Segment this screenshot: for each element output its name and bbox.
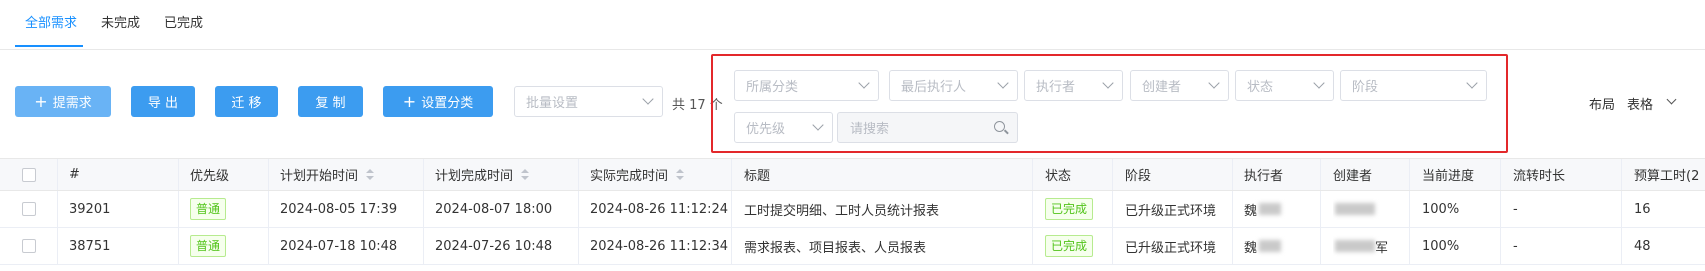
checkbox-box[interactable] bbox=[22, 167, 36, 182]
status-cell: 已完成 bbox=[1045, 228, 1110, 264]
header-executor: 执行者 bbox=[1244, 169, 1284, 184]
plan-end-cell: 2024-08-07 18:00 bbox=[435, 201, 553, 217]
redacted-text bbox=[1335, 240, 1375, 252]
table-header: # 优先级 计划开始时间 计划完成时间 实际完成时间 标题 状态 阶段 执行者 … bbox=[0, 158, 1705, 191]
header-creator: 创建者 bbox=[1333, 169, 1373, 184]
sort-icon[interactable] bbox=[676, 168, 685, 181]
requirements-page: 全部需求 未完成 已完成 + 提需求 导 出 迁 移 复 制 + 设置分类 批量… bbox=[0, 0, 1705, 271]
header-duration: 流转时长 bbox=[1513, 169, 1566, 184]
stage-cell: 已升级正式环境 bbox=[1125, 240, 1217, 256]
header-priority: 优先级 bbox=[190, 169, 230, 184]
copy-label: 复 制 bbox=[315, 96, 346, 111]
copy-button[interactable]: 复 制 bbox=[298, 86, 363, 117]
table-row[interactable]: 38751 普通 2024-07-18 10:48 2024-07-26 10:… bbox=[0, 228, 1705, 265]
header-id: # bbox=[69, 167, 80, 182]
executor-name: 魏 bbox=[1244, 203, 1258, 219]
priority-badge: 普通 bbox=[190, 235, 227, 257]
duration-cell: - bbox=[1513, 238, 1518, 254]
redacted-text bbox=[1335, 203, 1375, 215]
priority-cell: 普通 bbox=[190, 191, 270, 227]
row-id: 39201 bbox=[69, 201, 111, 217]
plan-start-cell: 2024-07-18 10:48 bbox=[280, 238, 398, 254]
export-button[interactable]: 导 出 bbox=[131, 86, 195, 117]
header-plan-end[interactable]: 计划完成时间 bbox=[435, 159, 575, 190]
checkbox-box[interactable] bbox=[22, 202, 36, 216]
title-link[interactable]: 需求报表、项目报表、人员报表 bbox=[744, 228, 1029, 264]
creator-cell: 军 bbox=[1333, 228, 1407, 264]
plus-icon: + bbox=[402, 91, 417, 111]
migrate-label: 迁 移 bbox=[231, 96, 262, 111]
export-label: 导 出 bbox=[147, 96, 179, 111]
chevron-down-icon bbox=[642, 93, 654, 105]
add-requirement-label: 提需求 bbox=[52, 96, 92, 111]
header-budget-hours: 预算工时(2 bbox=[1634, 169, 1700, 184]
actual-end-cell: 2024-08-26 11:12:34 bbox=[590, 238, 729, 254]
executor-name: 魏 bbox=[1244, 240, 1258, 256]
creator-cell bbox=[1333, 191, 1407, 227]
row-checkbox[interactable] bbox=[22, 228, 42, 264]
progress-cell: 100% bbox=[1422, 201, 1460, 217]
priority-cell: 普通 bbox=[190, 228, 270, 264]
stage-cell: 已升级正式环境 bbox=[1125, 203, 1217, 219]
header-plan-end-label: 计划完成时间 bbox=[435, 169, 514, 184]
header-plan-start-label: 计划开始时间 bbox=[280, 169, 359, 184]
header-stage: 阶段 bbox=[1125, 169, 1152, 184]
executor-cell: 魏 bbox=[1244, 191, 1318, 227]
tab-bar: 全部需求 未完成 已完成 bbox=[0, 0, 1705, 50]
redacted-text bbox=[1259, 203, 1282, 215]
header-plan-start[interactable]: 计划开始时间 bbox=[280, 159, 420, 190]
status-cell: 已完成 bbox=[1045, 191, 1110, 227]
tab-incomplete[interactable]: 未完成 bbox=[101, 12, 140, 31]
progress-cell: 100% bbox=[1422, 238, 1460, 254]
redacted-text bbox=[1259, 240, 1282, 252]
header-progress: 当前进度 bbox=[1422, 169, 1475, 184]
set-category-label: 设置分类 bbox=[421, 96, 474, 111]
status-badge: 已完成 bbox=[1045, 235, 1094, 257]
title-link[interactable]: 工时提交明细、工时人员统计报表 bbox=[744, 191, 1029, 227]
row-checkbox[interactable] bbox=[22, 191, 42, 227]
creator-name: 军 bbox=[1375, 240, 1389, 256]
header-actual-end-label: 实际完成时间 bbox=[590, 169, 669, 184]
table-row[interactable]: 39201 普通 2024-08-05 17:39 2024-08-07 18:… bbox=[0, 191, 1705, 228]
priority-badge: 普通 bbox=[190, 198, 227, 220]
plus-icon: + bbox=[34, 91, 48, 111]
chevron-down-icon[interactable] bbox=[1666, 94, 1677, 105]
header-actual-end[interactable]: 实际完成时间 bbox=[590, 159, 735, 190]
row-id: 38751 bbox=[69, 238, 111, 254]
sort-icon[interactable] bbox=[366, 168, 375, 181]
batch-settings-placeholder: 批量设置 bbox=[526, 96, 579, 111]
tab-completed[interactable]: 已完成 bbox=[164, 12, 203, 31]
migrate-button[interactable]: 迁 移 bbox=[215, 86, 278, 117]
plan-end-cell: 2024-07-26 10:48 bbox=[435, 238, 553, 254]
highlighted-filter-region bbox=[711, 54, 1508, 153]
duration-cell: - bbox=[1513, 201, 1518, 217]
set-category-button[interactable]: + 设置分类 bbox=[383, 86, 493, 117]
plan-start-cell: 2024-08-05 17:39 bbox=[280, 201, 398, 217]
active-tab-indicator bbox=[15, 45, 83, 47]
layout-label: 布局 bbox=[1589, 98, 1616, 113]
tab-all[interactable]: 全部需求 bbox=[25, 12, 77, 31]
select-all-checkbox[interactable] bbox=[22, 159, 42, 190]
status-badge: 已完成 bbox=[1045, 198, 1094, 220]
sort-icon[interactable] bbox=[521, 168, 530, 181]
executor-cell: 魏 bbox=[1244, 228, 1318, 264]
header-status: 状态 bbox=[1045, 169, 1072, 184]
actual-end-cell: 2024-08-26 11:12:24 bbox=[590, 201, 729, 217]
header-title: 标题 bbox=[744, 169, 771, 184]
add-requirement-button[interactable]: + 提需求 bbox=[15, 86, 111, 117]
batch-settings-select[interactable]: 批量设置 bbox=[514, 86, 663, 117]
budget-hours-cell: 48 bbox=[1634, 238, 1651, 254]
budget-hours-cell: 16 bbox=[1634, 201, 1651, 217]
checkbox-box[interactable] bbox=[22, 239, 36, 253]
layout-select[interactable]: 表格 bbox=[1627, 94, 1653, 113]
